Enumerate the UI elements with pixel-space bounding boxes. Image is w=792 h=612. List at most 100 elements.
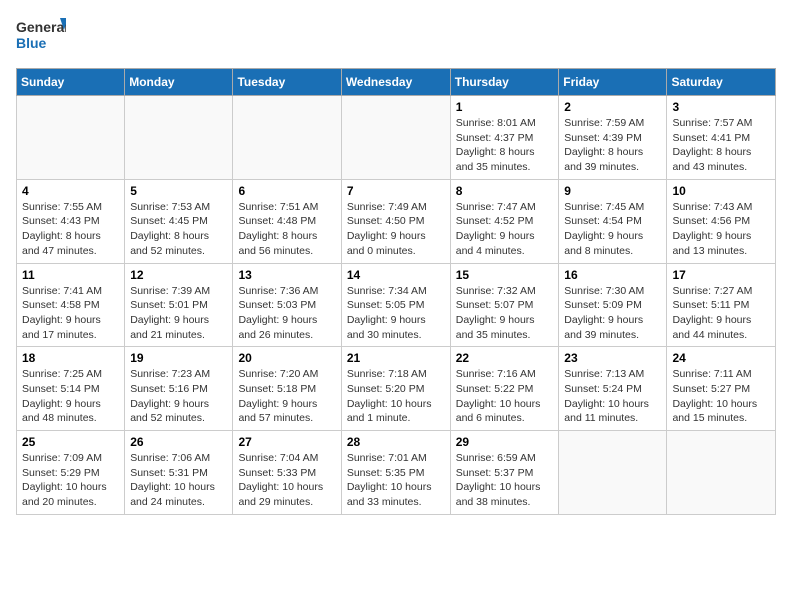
calendar-cell: 23Sunrise: 7:13 AMSunset: 5:24 PMDayligh… xyxy=(559,347,667,431)
day-number: 25 xyxy=(22,435,119,449)
svg-text:General: General xyxy=(16,19,66,35)
day-number: 22 xyxy=(456,351,554,365)
calendar-cell xyxy=(125,96,233,180)
page-header: General Blue xyxy=(16,16,776,58)
day-info: Sunrise: 7:49 AMSunset: 4:50 PMDaylight:… xyxy=(347,200,445,259)
calendar-week-row: 11 Sunrise: 7:41 AMSunset: 4:58 PMDayligh… xyxy=(17,263,776,347)
day-info: Sunrise: 7:57 AMSunset: 4:41 PMDaylight:… xyxy=(672,116,770,175)
day-number: 12 xyxy=(130,268,227,282)
day-number: 20 xyxy=(238,351,335,365)
calendar-header-row: SundayMondayTuesdayWednesdayThursdayFrid… xyxy=(17,69,776,96)
calendar-cell: 24 Sunrise: 7:11 AMSunset: 5:27 PMDayligh… xyxy=(667,347,776,431)
calendar-cell: 16Sunrise: 7:30 AMSunset: 5:09 PMDayligh… xyxy=(559,263,667,347)
logo: General Blue xyxy=(16,16,66,58)
calendar-header-wednesday: Wednesday xyxy=(341,69,450,96)
day-info: Sunrise: 7:34 AMSunset: 5:05 PMDaylight:… xyxy=(347,284,445,343)
day-info: Sunrise: 7:23 AMSunset: 5:16 PMDaylight:… xyxy=(130,367,227,426)
day-info: Sunrise: 7:01 AMSunset: 5:35 PMDaylight:… xyxy=(347,451,445,510)
day-number: 29 xyxy=(456,435,554,449)
day-number: 14 xyxy=(347,268,445,282)
day-info: Sunrise: 7:25 AMSunset: 5:14 PMDaylight:… xyxy=(22,367,119,426)
day-info: Sunrise: 7:39 AMSunset: 5:01 PMDaylight:… xyxy=(130,284,227,343)
calendar-cell xyxy=(233,96,341,180)
calendar-cell: 25Sunrise: 7:09 AMSunset: 5:29 PMDayligh… xyxy=(17,431,125,515)
calendar-cell: 20 Sunrise: 7:20 AMSunset: 5:18 PMDayligh… xyxy=(233,347,341,431)
calendar-cell: 13 Sunrise: 7:36 AMSunset: 5:03 PMDayligh… xyxy=(233,263,341,347)
day-number: 11 xyxy=(22,268,119,282)
day-info: Sunrise: 7:41 AMSunset: 4:58 PMDaylight:… xyxy=(22,284,119,343)
day-info: Sunrise: 7:06 AMSunset: 5:31 PMDaylight:… xyxy=(130,451,227,510)
calendar-header-sunday: Sunday xyxy=(17,69,125,96)
calendar-cell: 27 Sunrise: 7:04 AMSunset: 5:33 PMDayligh… xyxy=(233,431,341,515)
calendar-header-saturday: Saturday xyxy=(667,69,776,96)
day-info: Sunrise: 7:32 AMSunset: 5:07 PMDaylight:… xyxy=(456,284,554,343)
day-info: Sunrise: 7:18 AMSunset: 5:20 PMDaylight:… xyxy=(347,367,445,426)
calendar-cell xyxy=(17,96,125,180)
day-number: 13 xyxy=(238,268,335,282)
calendar-cell: 3Sunrise: 7:57 AMSunset: 4:41 PMDaylight… xyxy=(667,96,776,180)
calendar-header-monday: Monday xyxy=(125,69,233,96)
calendar-cell: 17 Sunrise: 7:27 AMSunset: 5:11 PMDayligh… xyxy=(667,263,776,347)
calendar-cell: 9 Sunrise: 7:45 AMSunset: 4:54 PMDaylight… xyxy=(559,179,667,263)
day-number: 18 xyxy=(22,351,119,365)
day-info: Sunrise: 7:16 AMSunset: 5:22 PMDaylight:… xyxy=(456,367,554,426)
day-info: Sunrise: 7:45 AMSunset: 4:54 PMDaylight:… xyxy=(564,200,661,259)
calendar-cell: 29 Sunrise: 6:59 AMSunset: 5:37 PMDayligh… xyxy=(450,431,559,515)
calendar-cell: 15Sunrise: 7:32 AMSunset: 5:07 PMDayligh… xyxy=(450,263,559,347)
calendar-cell: 28 Sunrise: 7:01 AMSunset: 5:35 PMDayligh… xyxy=(341,431,450,515)
day-number: 16 xyxy=(564,268,661,282)
day-number: 26 xyxy=(130,435,227,449)
calendar-header-tuesday: Tuesday xyxy=(233,69,341,96)
calendar-cell: 8 Sunrise: 7:47 AMSunset: 4:52 PMDaylight… xyxy=(450,179,559,263)
calendar-cell: 19 Sunrise: 7:23 AMSunset: 5:16 PMDayligh… xyxy=(125,347,233,431)
calendar-cell: 1Sunrise: 8:01 AMSunset: 4:37 PMDaylight… xyxy=(450,96,559,180)
calendar-cell: 22 Sunrise: 7:16 AMSunset: 5:22 PMDayligh… xyxy=(450,347,559,431)
logo-svg: General Blue xyxy=(16,16,66,58)
day-number: 24 xyxy=(672,351,770,365)
day-info: Sunrise: 7:53 AMSunset: 4:45 PMDaylight:… xyxy=(130,200,227,259)
day-number: 7 xyxy=(347,184,445,198)
day-info: Sunrise: 7:59 AMSunset: 4:39 PMDaylight:… xyxy=(564,116,661,175)
calendar-week-row: 1Sunrise: 8:01 AMSunset: 4:37 PMDaylight… xyxy=(17,96,776,180)
day-number: 4 xyxy=(22,184,119,198)
day-info: Sunrise: 7:43 AMSunset: 4:56 PMDaylight:… xyxy=(672,200,770,259)
calendar-table: SundayMondayTuesdayWednesdayThursdayFrid… xyxy=(16,68,776,515)
calendar-cell: 21 Sunrise: 7:18 AMSunset: 5:20 PMDayligh… xyxy=(341,347,450,431)
day-number: 27 xyxy=(238,435,335,449)
day-info: Sunrise: 7:36 AMSunset: 5:03 PMDaylight:… xyxy=(238,284,335,343)
day-info: Sunrise: 7:20 AMSunset: 5:18 PMDaylight:… xyxy=(238,367,335,426)
day-info: Sunrise: 7:27 AMSunset: 5:11 PMDaylight:… xyxy=(672,284,770,343)
calendar-cell: 5 Sunrise: 7:53 AMSunset: 4:45 PMDaylight… xyxy=(125,179,233,263)
day-number: 17 xyxy=(672,268,770,282)
day-number: 5 xyxy=(130,184,227,198)
day-number: 8 xyxy=(456,184,554,198)
calendar-header-thursday: Thursday xyxy=(450,69,559,96)
calendar-week-row: 18 Sunrise: 7:25 AMSunset: 5:14 PMDayligh… xyxy=(17,347,776,431)
day-number: 6 xyxy=(238,184,335,198)
day-info: Sunrise: 6:59 AMSunset: 5:37 PMDaylight:… xyxy=(456,451,554,510)
calendar-week-row: 4Sunrise: 7:55 AMSunset: 4:43 PMDaylight… xyxy=(17,179,776,263)
calendar-cell: 26 Sunrise: 7:06 AMSunset: 5:31 PMDayligh… xyxy=(125,431,233,515)
calendar-cell: 7 Sunrise: 7:49 AMSunset: 4:50 PMDaylight… xyxy=(341,179,450,263)
calendar-cell xyxy=(559,431,667,515)
calendar-cell: 2 Sunrise: 7:59 AMSunset: 4:39 PMDaylight… xyxy=(559,96,667,180)
calendar-week-row: 25Sunrise: 7:09 AMSunset: 5:29 PMDayligh… xyxy=(17,431,776,515)
calendar-cell: 11 Sunrise: 7:41 AMSunset: 4:58 PMDayligh… xyxy=(17,263,125,347)
day-number: 23 xyxy=(564,351,661,365)
day-info: Sunrise: 8:01 AMSunset: 4:37 PMDaylight:… xyxy=(456,116,554,175)
day-number: 28 xyxy=(347,435,445,449)
day-info: Sunrise: 7:47 AMSunset: 4:52 PMDaylight:… xyxy=(456,200,554,259)
day-info: Sunrise: 7:11 AMSunset: 5:27 PMDaylight:… xyxy=(672,367,770,426)
day-number: 9 xyxy=(564,184,661,198)
calendar-cell: 14 Sunrise: 7:34 AMSunset: 5:05 PMDayligh… xyxy=(341,263,450,347)
calendar-cell: 10 Sunrise: 7:43 AMSunset: 4:56 PMDayligh… xyxy=(667,179,776,263)
calendar-cell: 12 Sunrise: 7:39 AMSunset: 5:01 PMDayligh… xyxy=(125,263,233,347)
calendar-cell: 6Sunrise: 7:51 AMSunset: 4:48 PMDaylight… xyxy=(233,179,341,263)
calendar-cell: 18 Sunrise: 7:25 AMSunset: 5:14 PMDayligh… xyxy=(17,347,125,431)
day-info: Sunrise: 7:04 AMSunset: 5:33 PMDaylight:… xyxy=(238,451,335,510)
day-number: 2 xyxy=(564,100,661,114)
calendar-cell xyxy=(667,431,776,515)
day-number: 21 xyxy=(347,351,445,365)
day-number: 19 xyxy=(130,351,227,365)
day-number: 10 xyxy=(672,184,770,198)
